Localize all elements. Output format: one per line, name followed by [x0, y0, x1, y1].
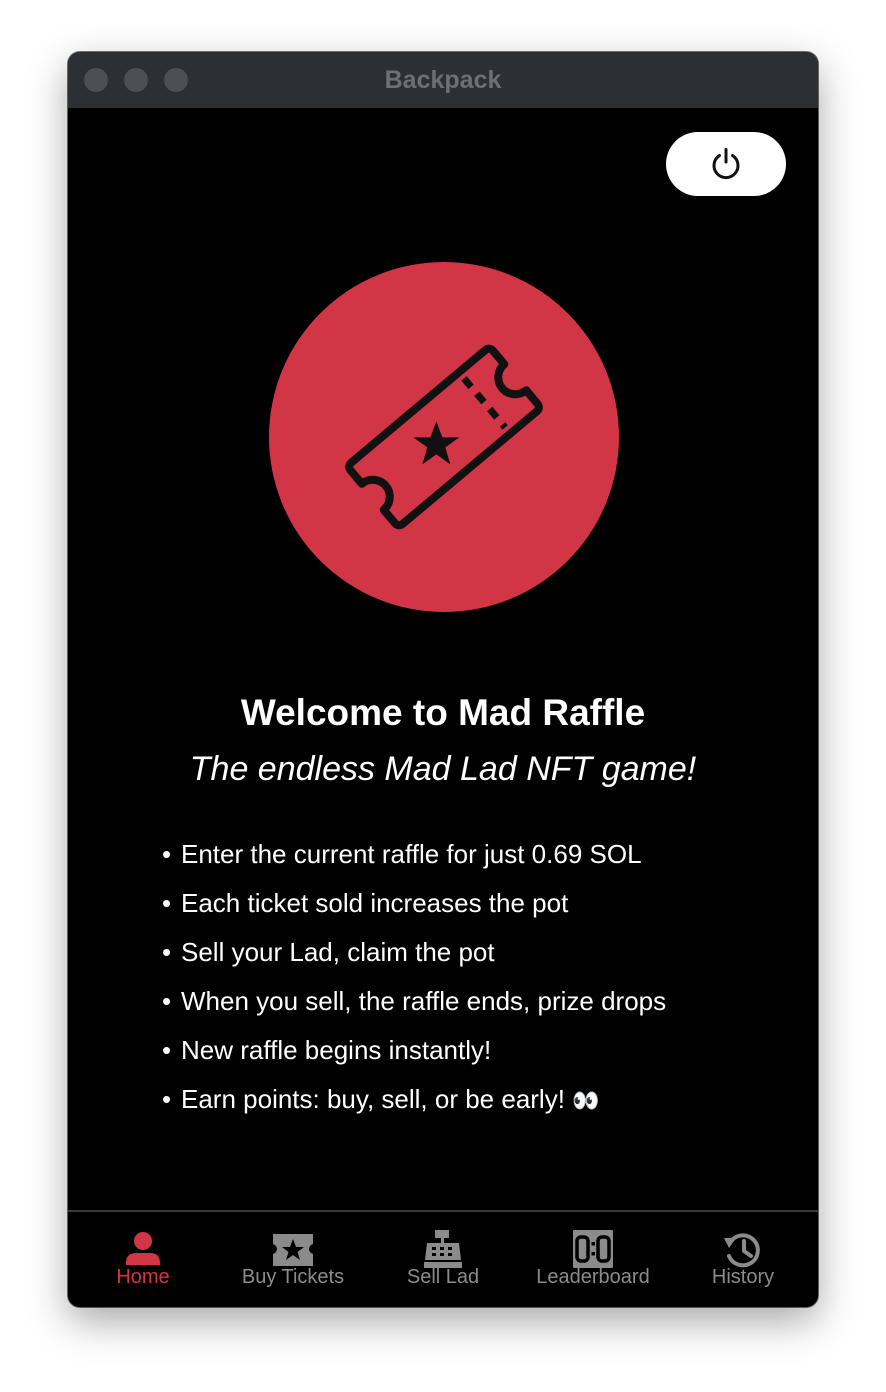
- feature-list: • Enter the current raffle for just 0.69 …: [162, 830, 666, 1124]
- bottom-tab-bar: Home Buy Tickets Sell Lad Leaderboard Hi…: [68, 1210, 818, 1307]
- main-content: Welcome to Mad Raffle The endless Mad La…: [68, 108, 818, 1210]
- tab-history-label: History: [711, 1266, 775, 1288]
- list-item: • Each ticket sold increases the pot: [162, 888, 569, 918]
- eyes-emoji: 👀: [572, 1089, 600, 1114]
- tab-home-label: Home: [116, 1266, 170, 1288]
- list-item: • When you sell, the raffle ends, prize d…: [162, 986, 667, 1016]
- window-title: Backpack: [384, 66, 502, 94]
- raffle-hero-circle: [269, 262, 619, 612]
- page-subtitle: The endless Mad Lad NFT game!: [189, 750, 697, 788]
- tab-buy-tickets[interactable]: Buy Tickets: [218, 1212, 368, 1307]
- title-bar[interactable]: Backpack: [68, 52, 818, 108]
- tab-sell-lad[interactable]: Sell Lad: [368, 1212, 518, 1307]
- list-item: • Sell your Lad, claim the pot: [162, 937, 495, 967]
- cash-register-icon: [424, 1230, 462, 1268]
- tab-home[interactable]: Home: [68, 1212, 218, 1307]
- tab-sell-lad-label: Sell Lad: [406, 1266, 480, 1288]
- list-item: • New raffle begins instantly!: [162, 1035, 492, 1065]
- disconnect-button[interactable]: [666, 132, 786, 196]
- ticket-star-icon: [345, 344, 543, 530]
- ticket-icon: [273, 1234, 313, 1266]
- person-icon: [126, 1232, 160, 1265]
- tab-buy-tickets-label: Buy Tickets: [241, 1266, 345, 1288]
- tab-leaderboard[interactable]: Leaderboard: [518, 1212, 668, 1307]
- power-icon: [712, 148, 740, 180]
- list-item: • Enter the current raffle for just 0.69 …: [162, 839, 642, 869]
- scoreboard-icon: [573, 1230, 613, 1268]
- history-icon: [724, 1233, 760, 1268]
- list-item: • Earn points: buy, sell, or be early! 👀: [162, 1084, 600, 1114]
- tab-history[interactable]: History: [668, 1212, 818, 1307]
- page-title: Welcome to Mad Raffle: [240, 692, 646, 733]
- tab-leaderboard-label: Leaderboard: [536, 1266, 650, 1288]
- app-window: Backpack Welcome to Mad Raffle The endle…: [68, 52, 818, 1307]
